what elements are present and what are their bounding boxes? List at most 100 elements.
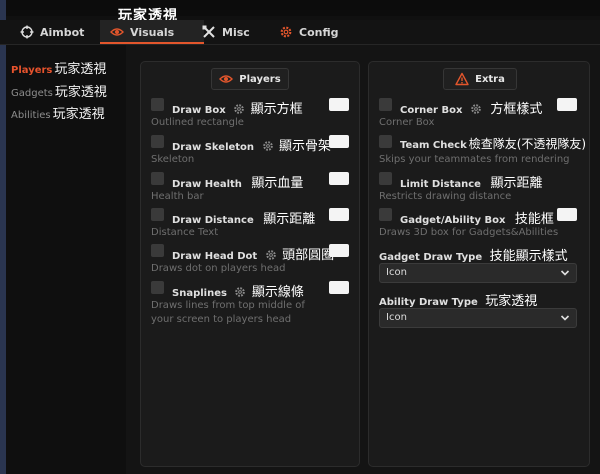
tab-misc[interactable]: Misc: [202, 20, 272, 44]
sidebar-item-label: Gadgets: [11, 88, 53, 99]
team-check-checkbox[interactable]: [379, 135, 392, 148]
option-label-wrap: Draw Head Dot 頭部圓圈: [172, 244, 334, 263]
tab-visuals-label: Visuals: [130, 25, 175, 39]
option-label: Corner Box: [400, 105, 463, 116]
option-label: Draw Head Dot: [172, 251, 258, 262]
chevron-down-icon: [560, 270, 570, 276]
option-cn-label: 顯示骨架: [279, 139, 332, 154]
extra-panel: Extra Corner Box 方框樣式 Corner Box Team Ch…: [368, 61, 590, 467]
option-label-wrap: Limit Distance 顯示距離: [400, 172, 542, 191]
eye-icon: [110, 28, 124, 36]
option-description: Draws 3D box for Gadgets&Abilities: [379, 227, 559, 238]
option-description: Skips your teammates from rendering: [379, 154, 570, 165]
option-label-wrap: Draw Box 顯示方框: [172, 98, 303, 117]
crosshair-icon: [20, 25, 34, 39]
ability-draw-type-label: Ability Draw Type: [379, 297, 478, 308]
option-cn-label: 顯示血量: [251, 176, 304, 191]
tab-config-label: Config: [299, 25, 339, 39]
sidebar: Players 玩家透視 Gadgets 玩家透視 Abilities 玩家透視: [6, 45, 126, 474]
option-label-wrap: Corner Box 方框樣式: [400, 98, 542, 117]
warning-icon: [455, 72, 469, 86]
ability-draw-type-value: Icon: [386, 312, 407, 323]
gadget-ability-box-color-toggle[interactable]: [557, 208, 577, 221]
limit-distance-checkbox[interactable]: [379, 172, 392, 185]
option-description: Outlined rectangle: [151, 117, 244, 128]
sidebar-item-players[interactable]: Players 玩家透視: [11, 58, 106, 77]
sidebar-item-cn-label: 玩家透視: [54, 62, 107, 77]
corner-box-checkbox[interactable]: [379, 98, 392, 111]
option-label: Draw Distance: [172, 215, 254, 226]
extra-panel-header: Extra: [443, 68, 517, 90]
option-label: Team Check: [400, 140, 467, 151]
draw-head-dot-checkbox[interactable]: [151, 244, 164, 257]
ability-draw-type-select[interactable]: Icon: [379, 308, 577, 328]
option-label-wrap: Draw Skeleton 顯示骨架: [172, 135, 331, 154]
draw-health-checkbox[interactable]: [151, 172, 164, 185]
option-cn-label: 頭部圓圈: [282, 248, 335, 263]
tab-aimbot[interactable]: Aimbot: [10, 20, 104, 44]
option-label: Snaplines: [172, 288, 227, 299]
gadget-draw-type-cn-label: 技能顯示樣式: [489, 249, 568, 264]
draw-distance-color-toggle[interactable]: [329, 208, 349, 221]
settings-gear-icon[interactable]: [262, 140, 274, 152]
draw-skeleton-color-toggle[interactable]: [329, 135, 349, 148]
settings-gear-icon[interactable]: [233, 103, 245, 115]
draw-box-checkbox[interactable]: [151, 98, 164, 111]
sidebar-item-abilities[interactable]: Abilities 玩家透視: [11, 103, 105, 122]
option-label: Draw Box: [172, 105, 226, 116]
option-label-wrap: Team Check 檢查隊友(不透視隊友): [400, 135, 586, 152]
tab-config[interactable]: Config: [279, 20, 359, 44]
gadget-draw-type-label-wrap: Gadget Draw Type 技能顯示樣式: [379, 245, 568, 264]
sidebar-item-cn-label: 玩家透視: [54, 85, 107, 100]
option-cn-label: 顯示線條: [251, 285, 304, 300]
corner-box-color-toggle[interactable]: [557, 98, 577, 111]
option-label-wrap: Gadget/Ability Box 技能框: [400, 208, 554, 227]
option-cn-label: 方框樣式: [490, 102, 543, 117]
players-panel: Players Draw Box 顯示方框 Outlined rectangle…: [140, 61, 360, 467]
settings-gear-icon[interactable]: [265, 249, 277, 261]
panel-title: Players: [239, 73, 281, 85]
draw-head-dot-color-toggle[interactable]: [329, 244, 349, 257]
option-cn-label: 顯示方框: [250, 102, 303, 117]
players-panel-header: Players: [211, 68, 289, 90]
option-label-wrap: Snaplines 顯示線條: [172, 281, 304, 300]
tab-aimbot-label: Aimbot: [40, 25, 85, 39]
settings-gear-icon[interactable]: [470, 103, 482, 115]
sidebar-item-cn-label: 玩家透視: [52, 107, 105, 122]
ability-draw-type-cn-label: 玩家透視: [485, 294, 538, 309]
tab-misc-label: Misc: [222, 25, 250, 39]
ability-draw-type-label-wrap: Ability Draw Type 玩家透視: [379, 290, 537, 309]
gadget-ability-box-checkbox[interactable]: [379, 208, 392, 221]
option-description-line: Draws lines from top middle of: [151, 300, 305, 311]
option-description: Restricts drawing distance: [379, 191, 512, 202]
snaplines-checkbox[interactable]: [151, 281, 164, 294]
option-description-line: your screen to players head: [151, 314, 292, 325]
option-description: Distance Text: [151, 227, 219, 238]
option-label-wrap: Draw Distance 顯示距離: [172, 208, 315, 227]
tab-visuals[interactable]: Visuals: [100, 20, 204, 44]
option-description: Corner Box: [379, 117, 435, 128]
option-cn-label: 顯示距離: [490, 176, 543, 191]
draw-box-color-toggle[interactable]: [329, 98, 349, 111]
option-description: Skeleton: [151, 154, 195, 165]
panel-title: Extra: [475, 73, 505, 85]
snaplines-color-toggle[interactable]: [329, 281, 349, 294]
gadget-draw-type-select[interactable]: Icon: [379, 263, 577, 283]
option-label: Gadget/Ability Box: [400, 215, 506, 226]
sidebar-item-gadgets[interactable]: Gadgets 玩家透視: [11, 81, 107, 100]
sidebar-item-label: Players: [11, 65, 53, 76]
option-cn-label: 檢查隊友(不透視隊友): [468, 137, 587, 151]
gear-icon: [280, 26, 292, 38]
gadget-draw-type-label: Gadget Draw Type: [379, 252, 483, 263]
sidebar-item-label: Abilities: [11, 110, 51, 121]
settings-gear-icon[interactable]: [234, 286, 246, 298]
option-cn-label: 顯示距離: [263, 212, 316, 227]
option-label: Draw Health: [172, 179, 242, 190]
option-cn-label: 技能框: [514, 212, 554, 227]
top-strip: [0, 0, 600, 16]
option-description: Draws lines from top middle of your scre…: [151, 299, 305, 327]
draw-distance-checkbox[interactable]: [151, 208, 164, 221]
draw-skeleton-checkbox[interactable]: [151, 135, 164, 148]
draw-health-color-toggle[interactable]: [329, 172, 349, 185]
tools-icon: [202, 25, 215, 38]
